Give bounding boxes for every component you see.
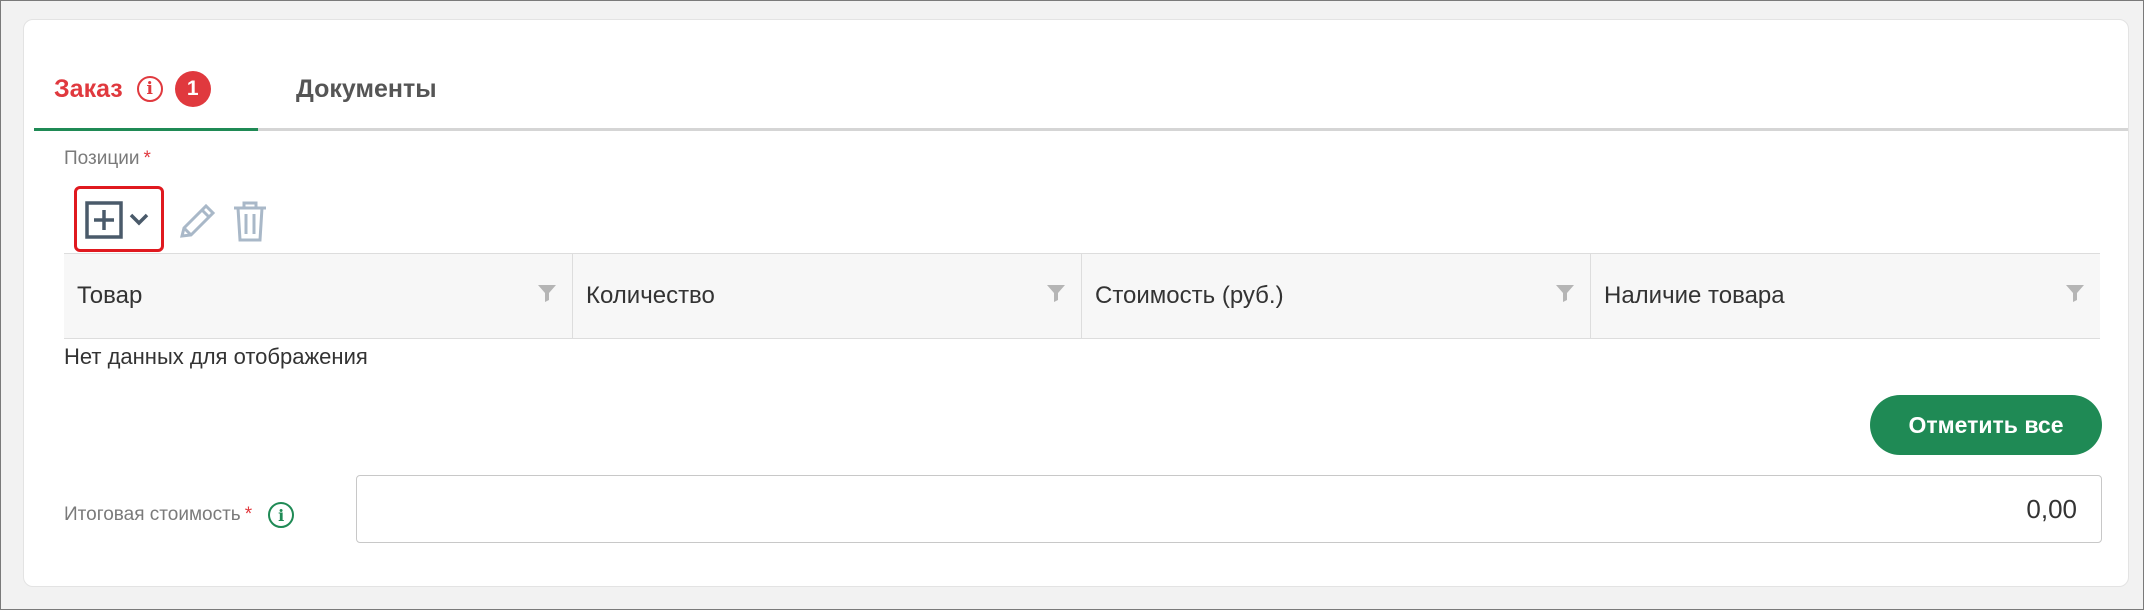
positions-table-header: Товар Количество Стоимость (руб.) Наличи… — [64, 253, 2100, 339]
total-cost-label: Итоговая стоимость * i — [64, 502, 295, 528]
tab-documents-label: Документы — [296, 74, 437, 103]
error-count-badge: 1 — [174, 71, 211, 107]
tab-documents[interactable]: Документы — [296, 50, 437, 128]
column-header-quantity[interactable]: Количество — [573, 254, 1082, 338]
mark-all-button[interactable]: Отметить все — [1870, 395, 2102, 455]
pencil-icon — [180, 203, 216, 238]
tab-order-label: Заказ — [54, 74, 123, 103]
edit-position-button[interactable] — [176, 200, 220, 247]
column-header-label: Наличие товара — [1604, 282, 1785, 309]
tab-order[interactable]: Заказ i 1 — [34, 50, 258, 131]
column-header-product[interactable]: Товар — [64, 254, 573, 338]
window-frame: Заказ i 1 Документы Позиции * Товар Коли… — [0, 0, 2144, 610]
info-icon: i — [136, 76, 163, 102]
add-position-button[interactable] — [74, 186, 164, 252]
tab-bar: Заказ i 1 Документы — [34, 50, 2128, 131]
filter-icon[interactable] — [2064, 282, 2086, 304]
positions-label: Позиции * — [64, 148, 151, 170]
trash-icon — [234, 201, 266, 242]
filter-icon[interactable] — [1045, 282, 1067, 304]
total-cost-label-text: Итоговая стоимость — [64, 504, 241, 525]
column-header-cost[interactable]: Стоимость (руб.) — [1082, 254, 1591, 338]
delete-position-button[interactable] — [230, 200, 270, 249]
column-header-label: Товар — [77, 282, 143, 309]
order-card: Заказ i 1 Документы Позиции * Товар Коли… — [23, 19, 2129, 587]
chevron-down-icon — [129, 213, 149, 226]
column-header-label: Количество — [586, 282, 715, 309]
filter-icon[interactable] — [536, 282, 558, 304]
total-cost-field[interactable] — [356, 475, 2102, 543]
required-mark: * — [244, 504, 253, 525]
filter-icon[interactable] — [1554, 282, 1576, 304]
empty-table-message: Нет данных для отображения — [64, 344, 368, 369]
required-mark: * — [143, 148, 151, 169]
column-header-label: Стоимость (руб.) — [1095, 282, 1284, 309]
add-box-icon — [85, 201, 149, 239]
info-icon[interactable]: i — [268, 502, 295, 528]
positions-label-text: Позиции — [64, 148, 140, 169]
column-header-availability[interactable]: Наличие товара — [1591, 254, 2100, 338]
